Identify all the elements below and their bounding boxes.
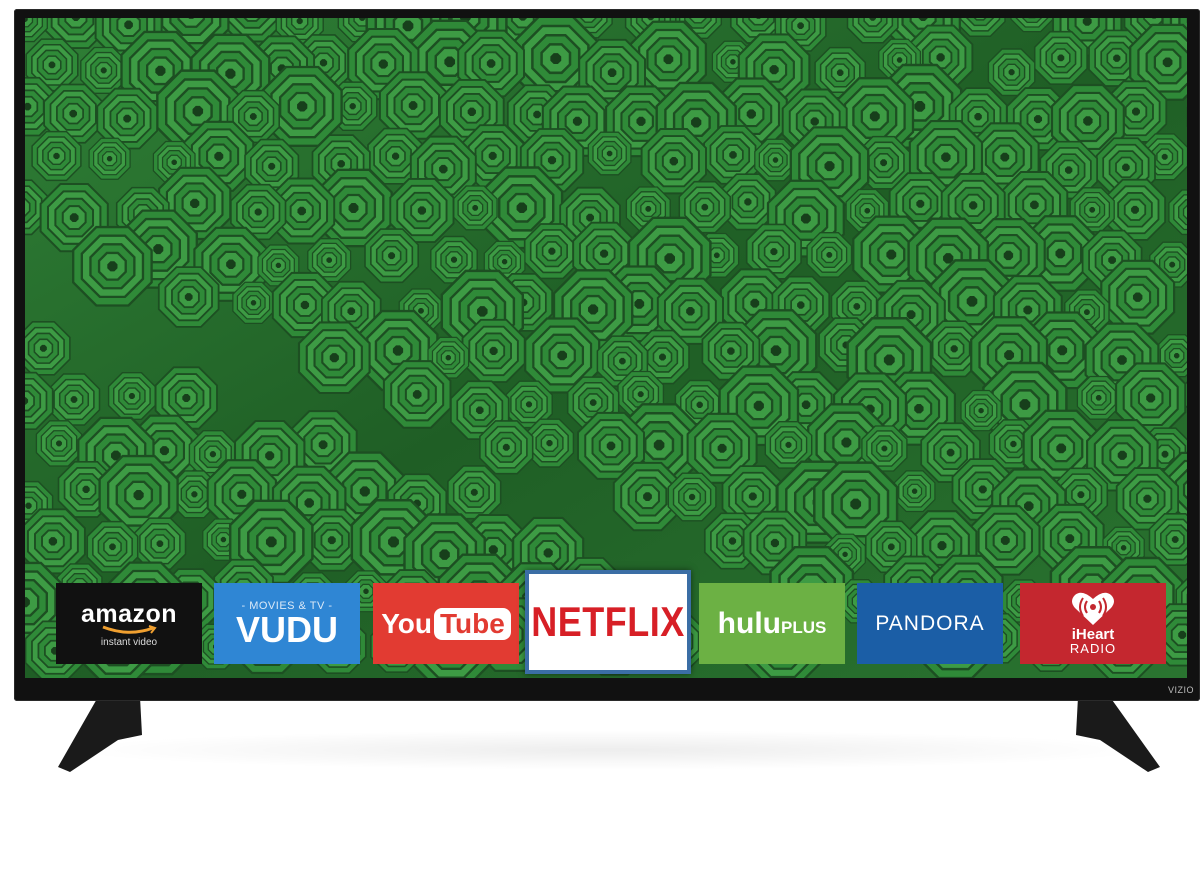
right-stand-leg [1076, 697, 1160, 772]
youtube-logo-tube: Tube [434, 607, 511, 640]
hulu-plus-tile[interactable]: huluPLUS [699, 583, 845, 664]
octagon-tile [89, 138, 130, 179]
octagon-tile [384, 361, 451, 428]
vudu-tile[interactable]: - MOVIES & TV - VUDU [214, 583, 360, 664]
pandora-logo-text: PANDORA [875, 611, 985, 635]
iheart-logo-text: iHeart [1071, 626, 1115, 643]
octagon-tile [588, 132, 631, 175]
octagon-tile [668, 473, 716, 521]
octagon-tile [463, 320, 525, 382]
octagon-tile [1077, 377, 1120, 420]
octagon-tile [448, 466, 501, 519]
vudu-logo-text: VUDU [235, 608, 338, 650]
vizio-logo: VIZIO [1167, 685, 1194, 695]
youtube-logo-you: You [381, 607, 432, 639]
octagon-tile [73, 227, 151, 305]
octagon-tile [1035, 32, 1087, 84]
iheart-heart-icon [1072, 592, 1114, 625]
octagon-tile [807, 233, 851, 277]
iheart-radio-tile[interactable]: iHeart RADIO [1020, 583, 1166, 664]
octagon-tile [233, 282, 274, 323]
netflix-logo-text: NETFLIX [531, 597, 685, 645]
octagon-tile [159, 267, 219, 327]
tv-stand [58, 697, 1160, 772]
octagon-tile [25, 322, 70, 375]
tv-screen: amazon instant video - MOVIES & TV - VUD… [25, 18, 1187, 678]
octagon-tile [961, 391, 1001, 431]
hulu-logo-text: hulu [717, 606, 781, 640]
hulu-plus-text: PLUS [780, 617, 827, 637]
left-stand-leg [58, 697, 142, 772]
octagon-tile [109, 373, 156, 420]
youtube-tile[interactable]: You Tube [373, 583, 519, 664]
amazon-subtitle: instant video [100, 636, 158, 648]
amazon-smile-icon [102, 624, 157, 634]
octagon-tile [36, 421, 81, 466]
hulu-logo: huluPLUS [718, 607, 827, 641]
product-photo: amazon instant video - MOVIES & TV - VUD… [0, 0, 1203, 879]
octagon-tile [453, 186, 497, 230]
octagon-tile [32, 132, 81, 181]
octagon-tile [299, 322, 370, 393]
octagon-tile [365, 229, 418, 282]
octagon-tile [480, 421, 533, 474]
netflix-tile[interactable]: NETFLIX [525, 570, 691, 674]
pandora-tile[interactable]: PANDORA [857, 583, 1003, 664]
iheart-radio-text: RADIO [1069, 641, 1117, 656]
octagon-tile [894, 471, 935, 512]
youtube-logo: You Tube [381, 607, 511, 640]
octagon-tile [525, 224, 579, 278]
octagon-tile [49, 374, 100, 425]
tv-bezel: amazon instant video - MOVIES & TV - VUD… [14, 9, 1200, 701]
amazon-instant-video-tile[interactable]: amazon instant video [56, 583, 202, 664]
